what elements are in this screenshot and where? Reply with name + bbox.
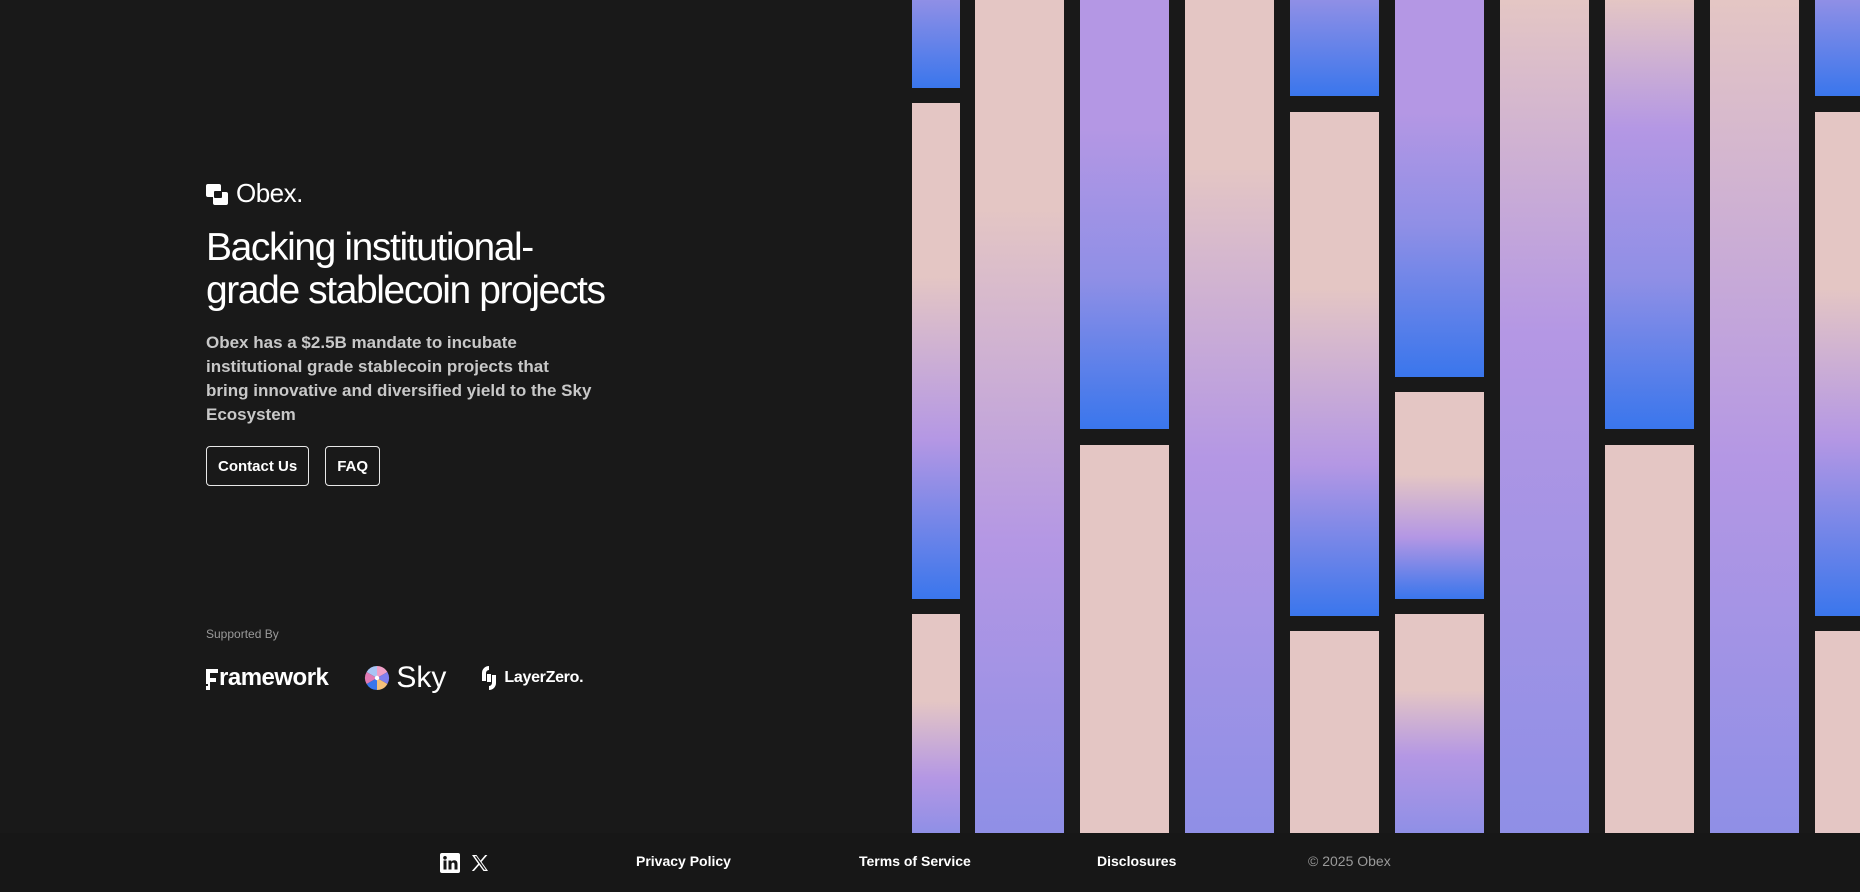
layerzero-wordmark: LayerZero. — [504, 669, 584, 686]
decorative-bar — [1605, 445, 1694, 833]
sky-wordmark: Sky — [396, 661, 447, 694]
disclosures-link[interactable]: Disclosures — [1097, 853, 1176, 869]
hero-section: Obex. Backing institutional- grade stabl… — [0, 0, 912, 833]
decorative-bar — [1080, 0, 1169, 429]
brand-name: Obex. — [236, 178, 303, 208]
sky-pinwheel-icon — [365, 666, 390, 690]
partner-logos: ramework Sky LayerZero. — [206, 660, 584, 696]
headline-line: grade stablecoin projects — [206, 269, 606, 312]
decorative-bar — [1290, 631, 1379, 833]
cta-buttons: Contact Us FAQ — [206, 446, 381, 486]
decorative-bar — [1080, 445, 1169, 833]
copyright-text: © 2025 Obex — [1308, 853, 1391, 869]
decorative-bar — [1815, 112, 1860, 616]
decorative-bar — [1500, 0, 1589, 833]
sky-logo[interactable]: Sky — [364, 661, 446, 695]
hero-description: Obex has a $2.5B mandate to incubate ins… — [206, 331, 606, 427]
decorative-bar — [1395, 0, 1484, 377]
site-footer: Privacy Policy Terms of Service Disclosu… — [0, 833, 1860, 892]
description-line: Obex has a $2.5B mandate to incubate — [206, 333, 517, 352]
decorative-bar — [1605, 0, 1694, 429]
linkedin-icon[interactable] — [438, 851, 462, 875]
headline-line: Backing institutional- — [206, 226, 534, 269]
decorative-bar-pattern — [912, 0, 1860, 833]
faq-button[interactable]: FAQ — [325, 446, 381, 486]
layerzero-mark-icon — [482, 666, 497, 690]
description-line: institutional grade stablecoin projects … — [206, 357, 549, 376]
decorative-bar — [1395, 392, 1484, 599]
decorative-bar — [1290, 112, 1379, 616]
supported-by-label: Supported By — [206, 627, 279, 641]
decorative-bar — [1710, 0, 1799, 833]
decorative-bar — [912, 103, 960, 599]
decorative-bar — [912, 0, 960, 88]
privacy-policy-link[interactable]: Privacy Policy — [636, 853, 731, 869]
contact-us-button[interactable]: Contact Us — [206, 446, 310, 486]
description-line: Ecosystem — [206, 405, 296, 424]
decorative-bar — [1290, 0, 1379, 96]
framework-logo[interactable]: ramework — [206, 664, 329, 692]
decorative-bar — [1395, 614, 1484, 833]
x-icon[interactable] — [468, 851, 492, 875]
obex-logo-icon — [206, 183, 228, 205]
framework-wordmark: ramework — [219, 664, 329, 691]
terms-of-service-link[interactable]: Terms of Service — [859, 853, 971, 869]
decorative-bar — [1815, 631, 1860, 833]
decorative-bar — [975, 0, 1064, 833]
brand[interactable]: Obex. — [206, 178, 303, 209]
decorative-bar — [1815, 0, 1860, 96]
decorative-bar — [1185, 0, 1274, 833]
description-line: bring innovative and diversified yield t… — [206, 381, 592, 400]
decorative-bar — [912, 614, 960, 833]
layerzero-logo[interactable]: LayerZero. — [480, 664, 584, 692]
page-headline: Backing institutional- grade stablecoin … — [206, 226, 606, 312]
framework-mark-icon — [206, 668, 218, 690]
